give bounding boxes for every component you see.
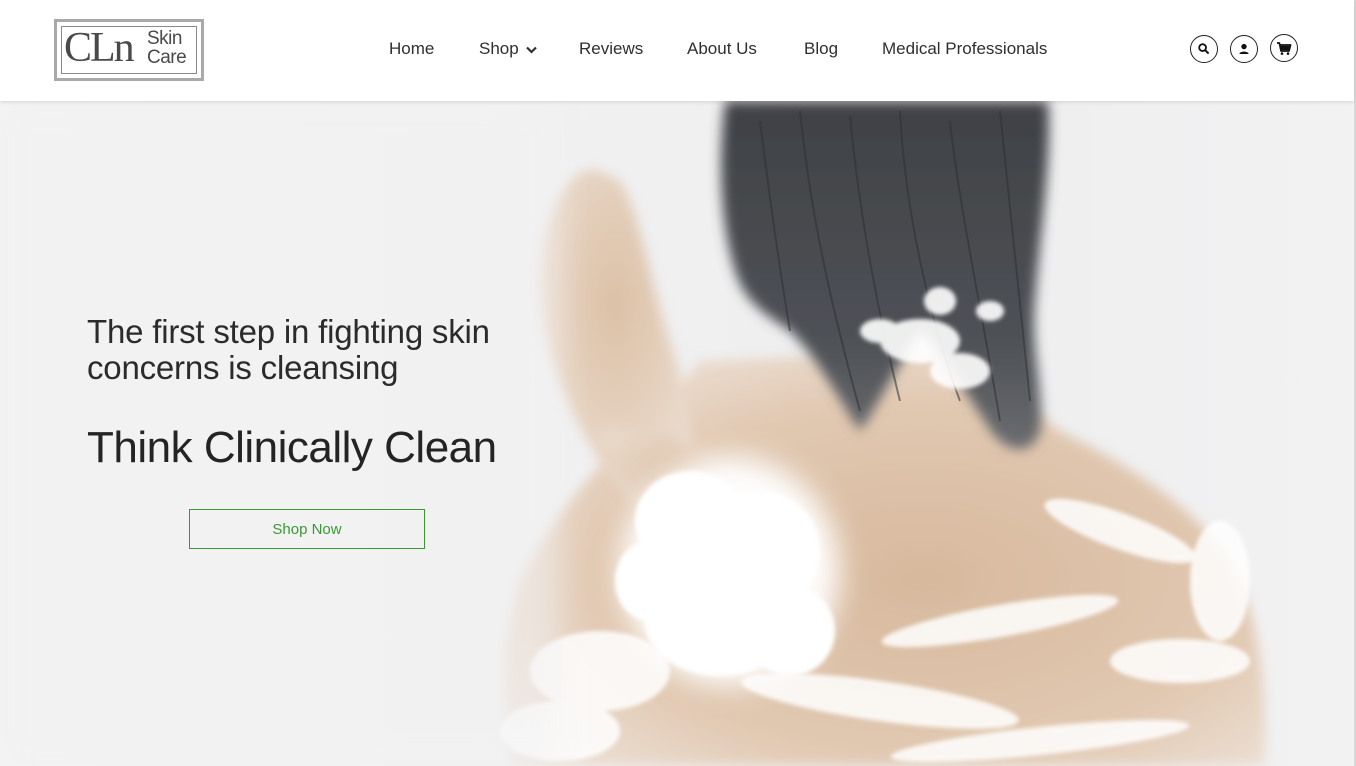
hero-headline: Think Clinically Clean [87, 423, 497, 472]
shop-now-button[interactable]: Shop Now [189, 509, 425, 549]
cart-button[interactable] [1270, 34, 1298, 62]
logo-text-care: Care [147, 47, 187, 68]
brand-logo[interactable]: CLn Skin Care [54, 19, 204, 81]
nav-about-us[interactable]: About Us [687, 38, 757, 60]
search-button[interactable] [1190, 35, 1218, 63]
site-header: CLn Skin Care Home Shop Reviews About Us… [0, 0, 1354, 101]
search-icon [1198, 43, 1210, 55]
logo-mark: CLn [64, 25, 135, 71]
nav-home[interactable]: Home [389, 38, 434, 60]
nav-shop[interactable]: Shop [479, 38, 538, 60]
nav-reviews-label: Reviews [579, 39, 644, 58]
nav-blog[interactable]: Blog [804, 38, 838, 60]
nav-home-label: Home [389, 39, 435, 58]
nav-about-us-label: About Us [687, 39, 757, 58]
cart-icon [1277, 41, 1292, 55]
logo-text-skin: Skin [147, 28, 182, 49]
nav-medical-professionals-label: Medical Professionals [882, 39, 1048, 58]
account-icon [1239, 43, 1249, 54]
chevron-down-icon [526, 46, 538, 54]
nav-shop-label: Shop [479, 39, 519, 58]
nav-blog-label: Blog [804, 39, 839, 58]
nav-medical-professionals[interactable]: Medical Professionals [882, 38, 1047, 60]
account-button[interactable] [1230, 35, 1258, 63]
hero-tagline: The first step in fighting skin concerns… [87, 313, 490, 386]
nav-reviews[interactable]: Reviews [579, 38, 643, 60]
